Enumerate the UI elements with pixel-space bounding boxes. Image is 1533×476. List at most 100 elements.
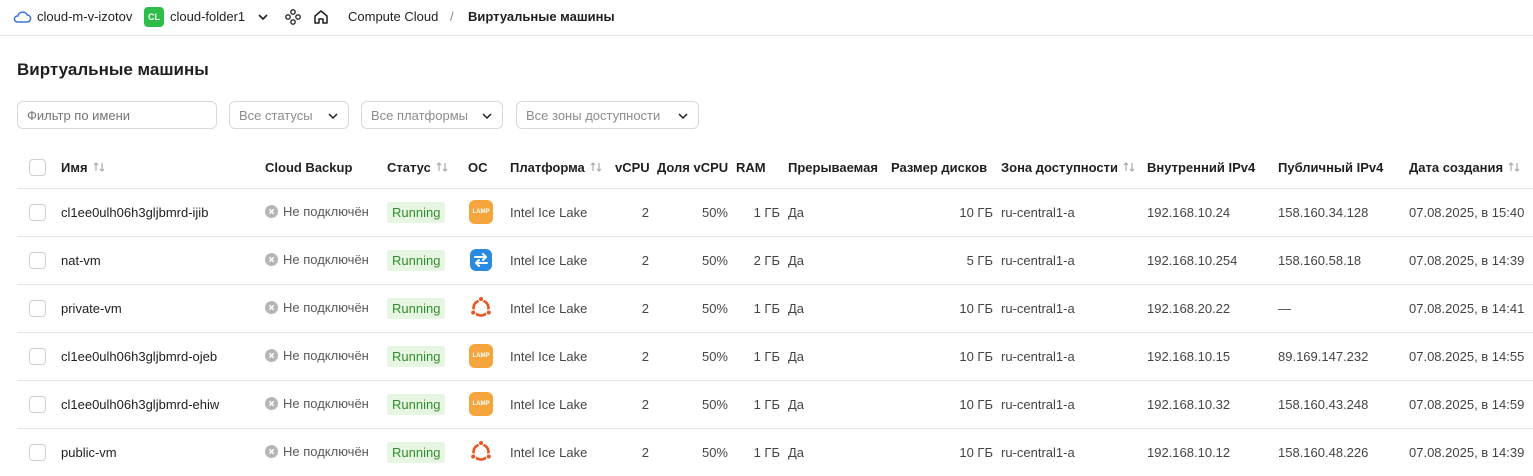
ip-public: 158.160.34.128	[1278, 188, 1409, 237]
created-date: 07.08.2025, в 14:41	[1409, 284, 1533, 333]
col-vcpu: vCPU	[615, 148, 657, 189]
backup-status: Не подключён	[283, 347, 369, 363]
backup-status: Не подключён	[283, 251, 369, 267]
backup-cell: Не подключён	[265, 188, 387, 237]
table-row[interactable]: private-vm Не подключён Running Intel Ice L…	[17, 284, 1533, 333]
os-cell	[468, 236, 510, 285]
close-circle-icon	[265, 396, 278, 410]
preemptible: Да	[788, 236, 891, 285]
col-status[interactable]: Статус	[387, 148, 468, 189]
breadcrumb-separator: /	[450, 9, 454, 24]
status-filter-label: Все статусы	[239, 107, 313, 123]
col-preemptible: Прерываемая	[788, 148, 891, 189]
breadcrumb-current: Виртуальные машины	[468, 9, 615, 24]
zone: ru-central1-a	[1001, 332, 1147, 381]
sort-icon	[1508, 162, 1520, 173]
status-badge: Running	[387, 297, 446, 319]
row-checkbox[interactable]	[29, 395, 46, 413]
services-icon[interactable]	[284, 8, 302, 26]
status-filter-select[interactable]: Все статусы	[229, 101, 349, 129]
vcpu-share: 50%	[657, 332, 736, 381]
col-ram: RAM	[736, 148, 788, 189]
col-created-label: Дата создания	[1409, 160, 1504, 176]
os-cell	[468, 428, 510, 476]
vm-name[interactable]: cl1ee0ulh06h3gljbmrd-ojeb	[61, 332, 265, 381]
col-platform[interactable]: Платформа	[510, 148, 615, 189]
nat-instance-icon	[468, 247, 494, 273]
chevron-down-icon[interactable]	[256, 10, 270, 24]
close-circle-icon	[265, 252, 278, 266]
status-badge: Running	[387, 393, 446, 415]
ip-internal: 192.168.20.22	[1147, 284, 1278, 333]
ubuntu-icon	[468, 439, 494, 465]
ip-public: 158.160.48.226	[1278, 428, 1409, 476]
vm-name[interactable]: private-vm	[61, 284, 265, 333]
close-circle-icon	[265, 444, 278, 458]
backup-status: Не подключён	[283, 299, 369, 315]
table-row[interactable]: nat-vm Не подключён Running Intel Ice Lake 2…	[17, 236, 1533, 285]
backup-cell: Не подключён	[265, 380, 387, 429]
zone: ru-central1-a	[1001, 284, 1147, 333]
created-date: 07.08.2025, в 14:59	[1409, 380, 1533, 429]
vm-name[interactable]: nat-vm	[61, 236, 265, 285]
backup-status: Не подключён	[283, 203, 369, 219]
col-created[interactable]: Дата создания	[1409, 148, 1533, 189]
backup-cell: Не подключён	[265, 284, 387, 333]
col-zone-label: Зона доступности	[1001, 160, 1119, 176]
ip-internal: 192.168.10.15	[1147, 332, 1278, 381]
select-all-checkbox[interactable]	[29, 159, 46, 177]
home-icon[interactable]	[312, 8, 330, 26]
table-row[interactable]: cl1ee0ulh06h3gljbmrd-ojeb Не подключён Run…	[17, 332, 1533, 381]
ip-internal: 192.168.10.32	[1147, 380, 1278, 429]
top-bar: cloud-m-v-izotov CL cloud-folder1 Comput…	[0, 0, 1533, 36]
platform-filter-select[interactable]: Все платформы	[361, 101, 503, 129]
vcpu: 2	[615, 284, 657, 333]
col-status-label: Статус	[387, 160, 431, 176]
backup-status: Не подключён	[283, 395, 369, 411]
zone-filter-select[interactable]: Все зоны доступности	[516, 101, 699, 129]
preemptible: Да	[788, 188, 891, 237]
close-circle-icon	[265, 300, 278, 314]
table-row[interactable]: public-vm Не подключён Running Intel Ice La…	[17, 428, 1533, 476]
vcpu-share: 50%	[657, 428, 736, 476]
row-checkbox[interactable]	[29, 251, 46, 269]
ram: 1 ГБ	[736, 380, 788, 429]
preemptible: Да	[788, 428, 891, 476]
col-ip-internal: Внутренний IPv4	[1147, 148, 1278, 189]
preemptible: Да	[788, 380, 891, 429]
ram: 2 ГБ	[736, 236, 788, 285]
disk-size: 10 ГБ	[891, 332, 1001, 381]
vm-name[interactable]: cl1ee0ulh06h3gljbmrd-ehiw	[61, 380, 265, 429]
col-name-label: Имя	[61, 160, 88, 176]
status-cell: Running	[387, 380, 468, 429]
vcpu: 2	[615, 188, 657, 237]
table-row[interactable]: cl1ee0ulh06h3gljbmrd-ehiw Не подключён Run…	[17, 380, 1533, 429]
close-circle-icon	[265, 204, 278, 218]
col-zone[interactable]: Зона доступности	[1001, 148, 1147, 189]
ip-internal: 192.168.10.24	[1147, 188, 1278, 237]
row-checkbox[interactable]	[29, 299, 46, 317]
disk-size: 10 ГБ	[891, 428, 1001, 476]
row-select-cell	[17, 236, 61, 285]
row-checkbox[interactable]	[29, 347, 46, 365]
lamp-icon: LAMP	[468, 199, 494, 225]
cloud-name[interactable]: cloud-m-v-izotov	[37, 9, 132, 24]
col-os: ОС	[468, 148, 510, 189]
platform-filter-label: Все платформы	[371, 107, 468, 123]
vm-name[interactable]: public-vm	[61, 428, 265, 476]
table-row[interactable]: cl1ee0ulh06h3gljbmrd-ijib Не подключён Run…	[17, 188, 1533, 237]
folder-name[interactable]: cloud-folder1	[170, 9, 245, 24]
col-ip-public: Публичный IPv4	[1278, 148, 1409, 189]
col-name[interactable]: Имя	[61, 148, 265, 189]
breadcrumb-service[interactable]: Compute Cloud	[348, 9, 438, 24]
vm-name[interactable]: cl1ee0ulh06h3gljbmrd-ijib	[61, 188, 265, 237]
ip-public: 158.160.58.18	[1278, 236, 1409, 285]
disk-size: 10 ГБ	[891, 188, 1001, 237]
zone: ru-central1-a	[1001, 428, 1147, 476]
ubuntu-icon	[468, 295, 494, 321]
disk-size: 5 ГБ	[891, 236, 1001, 285]
row-checkbox[interactable]	[29, 443, 46, 461]
platform: Intel Ice Lake	[510, 380, 615, 429]
row-checkbox[interactable]	[29, 203, 46, 221]
name-filter-input[interactable]	[17, 101, 217, 129]
